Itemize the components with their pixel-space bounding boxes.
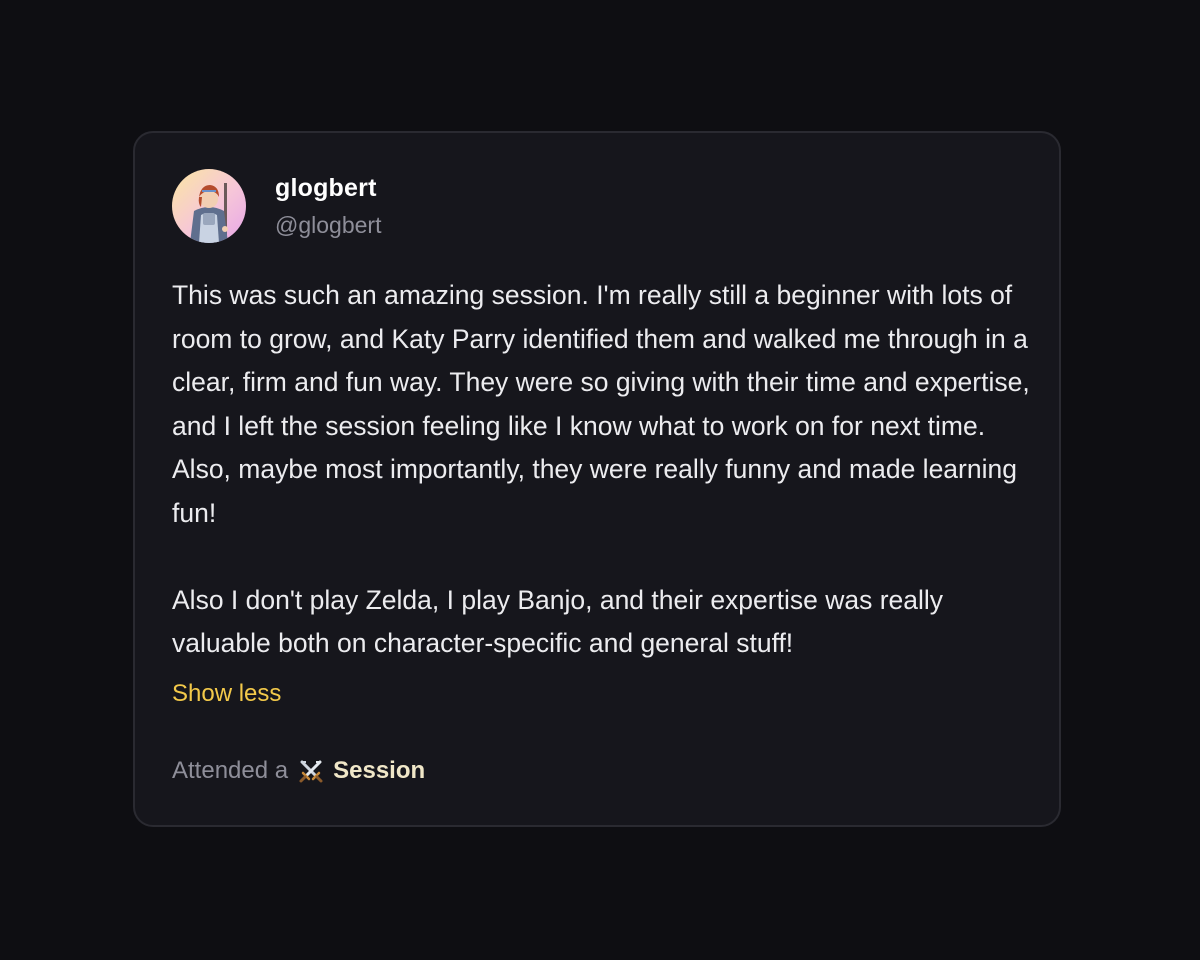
review-card: glogbert @glogbert This was such an amaz… — [133, 131, 1061, 827]
user-names: glogbert @glogbert — [275, 172, 381, 240]
user-avatar[interactable] — [172, 169, 246, 243]
avatar-image — [172, 169, 246, 243]
review-paragraph: Also I don't play Zelda, I play Banjo, a… — [172, 584, 944, 659]
review-text: This was such an amazing session. I'm re… — [172, 274, 1040, 666]
attended-session-footer: Attended a Session — [172, 755, 425, 787]
show-less-link[interactable]: Show less — [172, 678, 281, 710]
user-handle: @glogbert — [275, 212, 382, 238]
review-header: glogbert @glogbert — [172, 169, 381, 243]
crossed-swords-icon — [298, 758, 324, 784]
display-name[interactable]: glogbert — [275, 172, 381, 204]
session-link[interactable]: Session — [333, 755, 425, 787]
review-paragraph: This was such an amazing session. I'm re… — [172, 280, 1030, 528]
attended-label: Attended a — [172, 757, 289, 784]
